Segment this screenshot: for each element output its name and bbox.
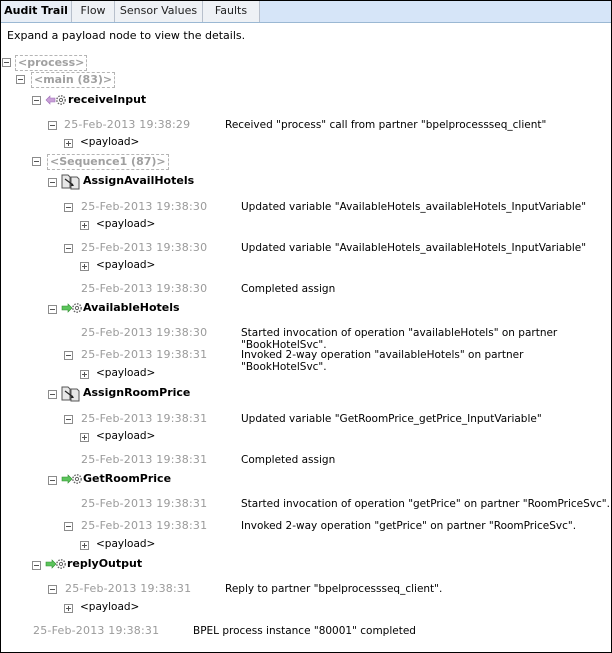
event-timestamp: 25-Feb-2013 19:38:31 xyxy=(81,412,208,425)
collapse-toggle[interactable] xyxy=(48,390,57,399)
activity-receiveInput[interactable]: receiveInput xyxy=(68,93,146,106)
collapse-toggle[interactable] xyxy=(64,244,73,253)
payload-node[interactable]: <payload> xyxy=(80,601,139,613)
receive-icon xyxy=(45,95,66,105)
collapse-toggle[interactable] xyxy=(64,415,73,424)
expand-toggle[interactable] xyxy=(80,221,89,230)
collapse-toggle[interactable] xyxy=(48,585,57,594)
payload-node[interactable]: <payload> xyxy=(96,218,155,230)
event-message: Completed assign xyxy=(241,283,336,295)
event-timestamp: 25-Feb-2013 19:38:30 xyxy=(81,326,208,339)
tab-sensor-values[interactable]: Sensor Values xyxy=(115,1,203,22)
expand-toggle[interactable] xyxy=(64,604,73,613)
event-timestamp: 25-Feb-2013 19:38:31 xyxy=(81,453,208,466)
event-timestamp: 25-Feb-2013 19:38:31 xyxy=(81,348,208,361)
event-timestamp: 25-Feb-2013 19:38:30 xyxy=(81,282,208,295)
collapse-toggle[interactable] xyxy=(48,121,57,130)
scope-sequence1[interactable]: <Sequence1 (87)> xyxy=(47,154,169,170)
invoke-icon xyxy=(61,474,82,484)
collapse-toggle[interactable] xyxy=(64,351,73,360)
event-timestamp: 25-Feb-2013 19:38:30 xyxy=(81,200,208,213)
event-message: Reply to partner "bpelprocessseq_client"… xyxy=(225,583,443,595)
invoke-icon xyxy=(61,303,82,313)
event-message: Completed assign xyxy=(241,454,336,466)
collapse-toggle[interactable] xyxy=(32,157,41,166)
event-message: Updated variable "AvailableHotels_availa… xyxy=(241,242,587,254)
payload-node[interactable]: <payload> xyxy=(96,430,155,442)
collapse-toggle[interactable] xyxy=(48,305,57,314)
collapse-toggle[interactable] xyxy=(2,58,11,67)
payload-node[interactable]: <payload> xyxy=(96,367,155,379)
event-timestamp: 25-Feb-2013 19:38:31 xyxy=(33,624,160,637)
tab-bar: Audit Trail Flow Sensor Values Faults xyxy=(1,1,611,23)
audit-trail-panel: Audit Trail Flow Sensor Values Faults Ex… xyxy=(0,0,612,653)
expand-toggle[interactable] xyxy=(80,433,89,442)
event-message: BPEL process instance "80001" completed xyxy=(193,625,416,637)
tab-audit-trail[interactable]: Audit Trail xyxy=(1,1,72,22)
event-message: Invoked 2-way operation "availableHotels… xyxy=(241,349,524,373)
event-timestamp: 25-Feb-2013 19:38:30 xyxy=(81,241,208,254)
assign-icon xyxy=(61,174,80,190)
activity-GetRoomPrice[interactable]: GetRoomPrice xyxy=(83,472,171,485)
activity-replyOutput[interactable]: replyOutput xyxy=(67,557,142,570)
event-message: Started invocation of operation "availab… xyxy=(241,327,558,351)
collapse-toggle[interactable] xyxy=(48,476,57,485)
tab-flow[interactable]: Flow xyxy=(72,1,115,22)
activity-AssignRoomPrice[interactable]: AssignRoomPrice xyxy=(83,386,190,399)
expand-toggle[interactable] xyxy=(64,139,73,148)
expand-toggle[interactable] xyxy=(80,262,89,271)
payload-node[interactable]: <payload> xyxy=(80,136,139,148)
tab-faults[interactable]: Faults xyxy=(203,1,260,22)
event-message: Started invocation of operation "getPric… xyxy=(241,498,610,510)
event-message: Updated variable "AvailableHotels_availa… xyxy=(241,201,587,213)
reply-icon xyxy=(45,559,66,569)
event-timestamp: 25-Feb-2013 19:38:29 xyxy=(64,118,191,131)
payload-node[interactable]: <payload> xyxy=(96,259,155,271)
event-message: Updated variable "GetRoomPrice_getPrice_… xyxy=(241,413,542,425)
activity-AssignAvailHotels[interactable]: AssignAvailHotels xyxy=(83,174,194,187)
event-message: Invoked 2-way operation "getPrice" on pa… xyxy=(241,520,577,532)
collapse-toggle[interactable] xyxy=(16,75,25,84)
hint-text: Expand a payload node to view the detail… xyxy=(7,29,246,42)
activity-AvailableHotels[interactable]: AvailableHotels xyxy=(83,301,180,314)
assign-icon xyxy=(61,386,80,402)
event-timestamp: 25-Feb-2013 19:38:31 xyxy=(65,582,192,595)
event-timestamp: 25-Feb-2013 19:38:31 xyxy=(81,497,208,510)
event-message: Received "process" call from partner "bp… xyxy=(225,119,547,131)
collapse-toggle[interactable] xyxy=(48,178,57,187)
expand-toggle[interactable] xyxy=(80,541,89,550)
collapse-toggle[interactable] xyxy=(64,522,73,531)
expand-toggle[interactable] xyxy=(80,370,89,379)
collapse-toggle[interactable] xyxy=(32,561,41,570)
scope-process[interactable]: <process> xyxy=(15,55,88,71)
payload-node[interactable]: <payload> xyxy=(96,538,155,550)
event-timestamp: 25-Feb-2013 19:38:31 xyxy=(81,519,208,532)
collapse-toggle[interactable] xyxy=(64,203,73,212)
scope-main[interactable]: <main (83)> xyxy=(31,72,116,88)
collapse-toggle[interactable] xyxy=(32,96,41,105)
